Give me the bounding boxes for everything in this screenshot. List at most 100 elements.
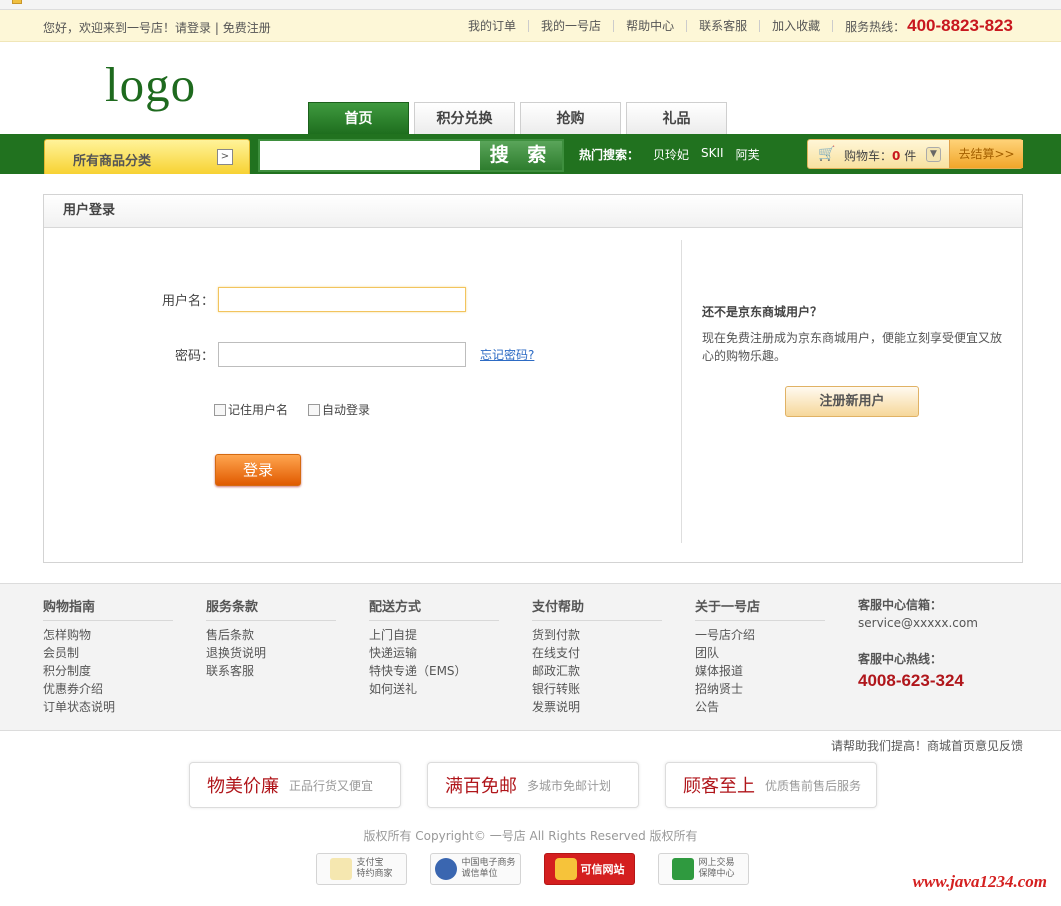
badge-text: 支付宝 特约商家	[356, 858, 392, 880]
site-logo[interactable]: logo	[105, 56, 196, 113]
badge-line: 保障中心	[698, 869, 735, 879]
footer-link[interactable]: 优惠券介绍	[43, 680, 173, 698]
username-label: 用户名：	[161, 294, 214, 309]
password-label: 密码：	[174, 349, 214, 364]
footer-link[interactable]: 媒体报道	[695, 662, 825, 680]
footer-link[interactable]: 在线支付	[532, 644, 662, 662]
auto-login-label: 自动登录	[322, 403, 371, 417]
ecommerce-credit-badge[interactable]: 中国电子商务 诚信单位	[430, 853, 521, 885]
footer-link[interactable]: 退换货说明	[206, 644, 336, 662]
login-link[interactable]: 请登录	[175, 21, 211, 35]
cart-widget[interactable]: 🛒 购物车：0 件 ▼ 去结算>>	[807, 139, 1023, 169]
footer-link[interactable]: 积分制度	[43, 662, 173, 680]
help-center-link[interactable]: 帮助中心	[614, 20, 688, 32]
guarantee-box: 顾客至上 优质售前售后服务	[665, 762, 877, 808]
chevron-right-icon: >	[217, 149, 233, 165]
register-button[interactable]: 注册新用户	[785, 386, 919, 417]
footer-links: 购物指南 怎样购物 会员制 积分制度 优惠券介绍 订单状态说明 服务条款 售后条…	[0, 583, 1061, 731]
footer-link[interactable]: 特快专递（EMS）	[369, 662, 499, 680]
search-box: 搜 索	[258, 139, 564, 172]
username-input[interactable]	[218, 287, 466, 312]
tab-flash-sale[interactable]: 抢购	[520, 102, 621, 134]
footer-link[interactable]: 如何送礼	[369, 680, 499, 698]
badge-text: 网上交易 保障中心	[698, 858, 734, 880]
service-phone-label: 客服中心热线：	[858, 652, 943, 666]
footer-link[interactable]: 团队	[695, 644, 825, 662]
badge-line: 特约商家	[356, 869, 393, 879]
footer-link[interactable]: 发票说明	[532, 698, 662, 716]
trusted-site-badge[interactable]: 可信网站	[544, 853, 635, 885]
footer-link[interactable]: 会员制	[43, 644, 173, 662]
top-nav: 我的订单 我的一号店 帮助中心 联系客服 加入收藏 服务热线： 400-8823…	[456, 16, 1013, 36]
alipay-badge[interactable]: 支付宝 特约商家	[316, 853, 407, 885]
footer-column-title: 支付帮助	[532, 596, 662, 621]
password-input[interactable]	[218, 342, 466, 367]
search-button[interactable]: 搜 索	[480, 141, 562, 170]
footer-link[interactable]: 售后条款	[206, 626, 336, 644]
footer-link[interactable]: 快递运输	[369, 644, 499, 662]
tab-points-exchange[interactable]: 积分兑换	[414, 102, 515, 134]
footer-link[interactable]: 招纳贤士	[695, 680, 825, 698]
guarantee-subtitle: 正品行货又便宜	[289, 778, 374, 793]
footer-link[interactable]: 上门自提	[369, 626, 499, 644]
register-link[interactable]: 免费注册	[223, 21, 271, 35]
greeting-text: 您好，欢迎来到一号店！	[43, 21, 176, 35]
username-row: 用户名：	[114, 287, 466, 312]
footer-column-title: 配送方式	[369, 596, 499, 621]
footer-link[interactable]: 一号店介绍	[695, 626, 825, 644]
password-row: 密码： 忘记密码?	[114, 342, 534, 367]
footer-link[interactable]: 订单状态说明	[43, 698, 173, 716]
checkout-button[interactable]: 去结算>>	[949, 140, 1023, 168]
search-input[interactable]	[260, 141, 480, 170]
hot-keyword[interactable]: SKII	[701, 146, 724, 163]
hot-keyword[interactable]: 贝玲妃	[653, 146, 689, 163]
tab-home[interactable]: 首页	[308, 102, 409, 134]
forgot-password-link[interactable]: 忘记密码?	[480, 346, 534, 363]
trusted-site-icon	[554, 858, 577, 880]
guarantee-title: 顾客至上	[683, 776, 755, 797]
category-menu[interactable]: 所有商品分类 >	[44, 139, 250, 174]
footer-link[interactable]: 怎样购物	[43, 626, 173, 644]
remember-username-label: 记住用户名	[228, 403, 289, 417]
hot-search-label: 热门搜索：	[579, 148, 640, 162]
guarantee-box: 满百免邮 多城市免邮计划	[427, 762, 639, 808]
footer-link[interactable]: 公告	[695, 698, 825, 716]
panel-divider	[681, 240, 682, 543]
service-email[interactable]: service@xxxxx.com	[858, 616, 1028, 630]
footer-column-title: 关于一号店	[695, 596, 825, 621]
tab-gifts[interactable]: 礼品	[626, 102, 727, 134]
guarantee-subtitle: 优质售前售后服务	[765, 778, 862, 793]
shield-icon	[672, 858, 695, 880]
auto-login-checkbox[interactable]	[308, 403, 321, 416]
remember-username-checkbox[interactable]	[214, 403, 226, 416]
footer-column-about: 关于一号店 一号店介绍 团队 媒体报道 招纳贤士 公告	[695, 596, 825, 716]
cart-label: 购物车：	[844, 149, 893, 163]
feedback-link[interactable]: 请帮助我们提高！商城首页意见反馈	[831, 737, 1023, 754]
footer-column-payment: 支付帮助 货到付款 在线支付 邮政汇款 银行转账 发票说明	[532, 596, 662, 716]
add-favorite-link[interactable]: 加入收藏	[760, 20, 834, 32]
online-trade-badge[interactable]: 网上交易 保障中心	[658, 853, 749, 885]
badge-line: 诚信单位	[461, 869, 498, 879]
my-store-link[interactable]: 我的一号店	[529, 20, 615, 32]
hotline-label: 服务热线：	[845, 19, 906, 34]
footer-link[interactable]: 邮政汇款	[532, 662, 662, 680]
chevron-down-icon[interactable]: ▼	[926, 147, 941, 162]
hot-keyword[interactable]: 阿芙	[736, 146, 760, 163]
footer-link[interactable]: 货到付款	[532, 626, 662, 644]
contact-service-link[interactable]: 联系客服	[687, 20, 761, 32]
login-panel: 用户登录 用户名： 密码： 忘记密码? 记住用户名 自动登录 登录 还不是京东商…	[43, 194, 1023, 563]
watermark: www.java1234.com	[912, 872, 1047, 891]
folder-icon	[12, 0, 22, 4]
register-title: 还不是京东商城用户？	[702, 305, 823, 319]
login-button[interactable]: 登录	[215, 454, 301, 486]
login-options: 记住用户名 自动登录	[214, 401, 390, 418]
trust-badges: 支付宝 特约商家 中国电子商务 诚信单位 可信网站 网上交易 保障中心	[316, 853, 772, 885]
footer-link[interactable]: 银行转账	[532, 680, 662, 698]
footer-link[interactable]: 联系客服	[206, 662, 336, 680]
my-orders-link[interactable]: 我的订单	[456, 20, 530, 32]
copyright: 版权所有 Copyright© 一号店 All Rights Reserved …	[363, 829, 698, 843]
browser-tab-strip	[0, 0, 1061, 10]
category-label: 所有商品分类	[73, 154, 152, 169]
guarantee-subtitle: 多城市免邮计划	[527, 778, 612, 793]
greeting: 您好，欢迎来到一号店！请登录 | 免费注册	[43, 19, 271, 36]
